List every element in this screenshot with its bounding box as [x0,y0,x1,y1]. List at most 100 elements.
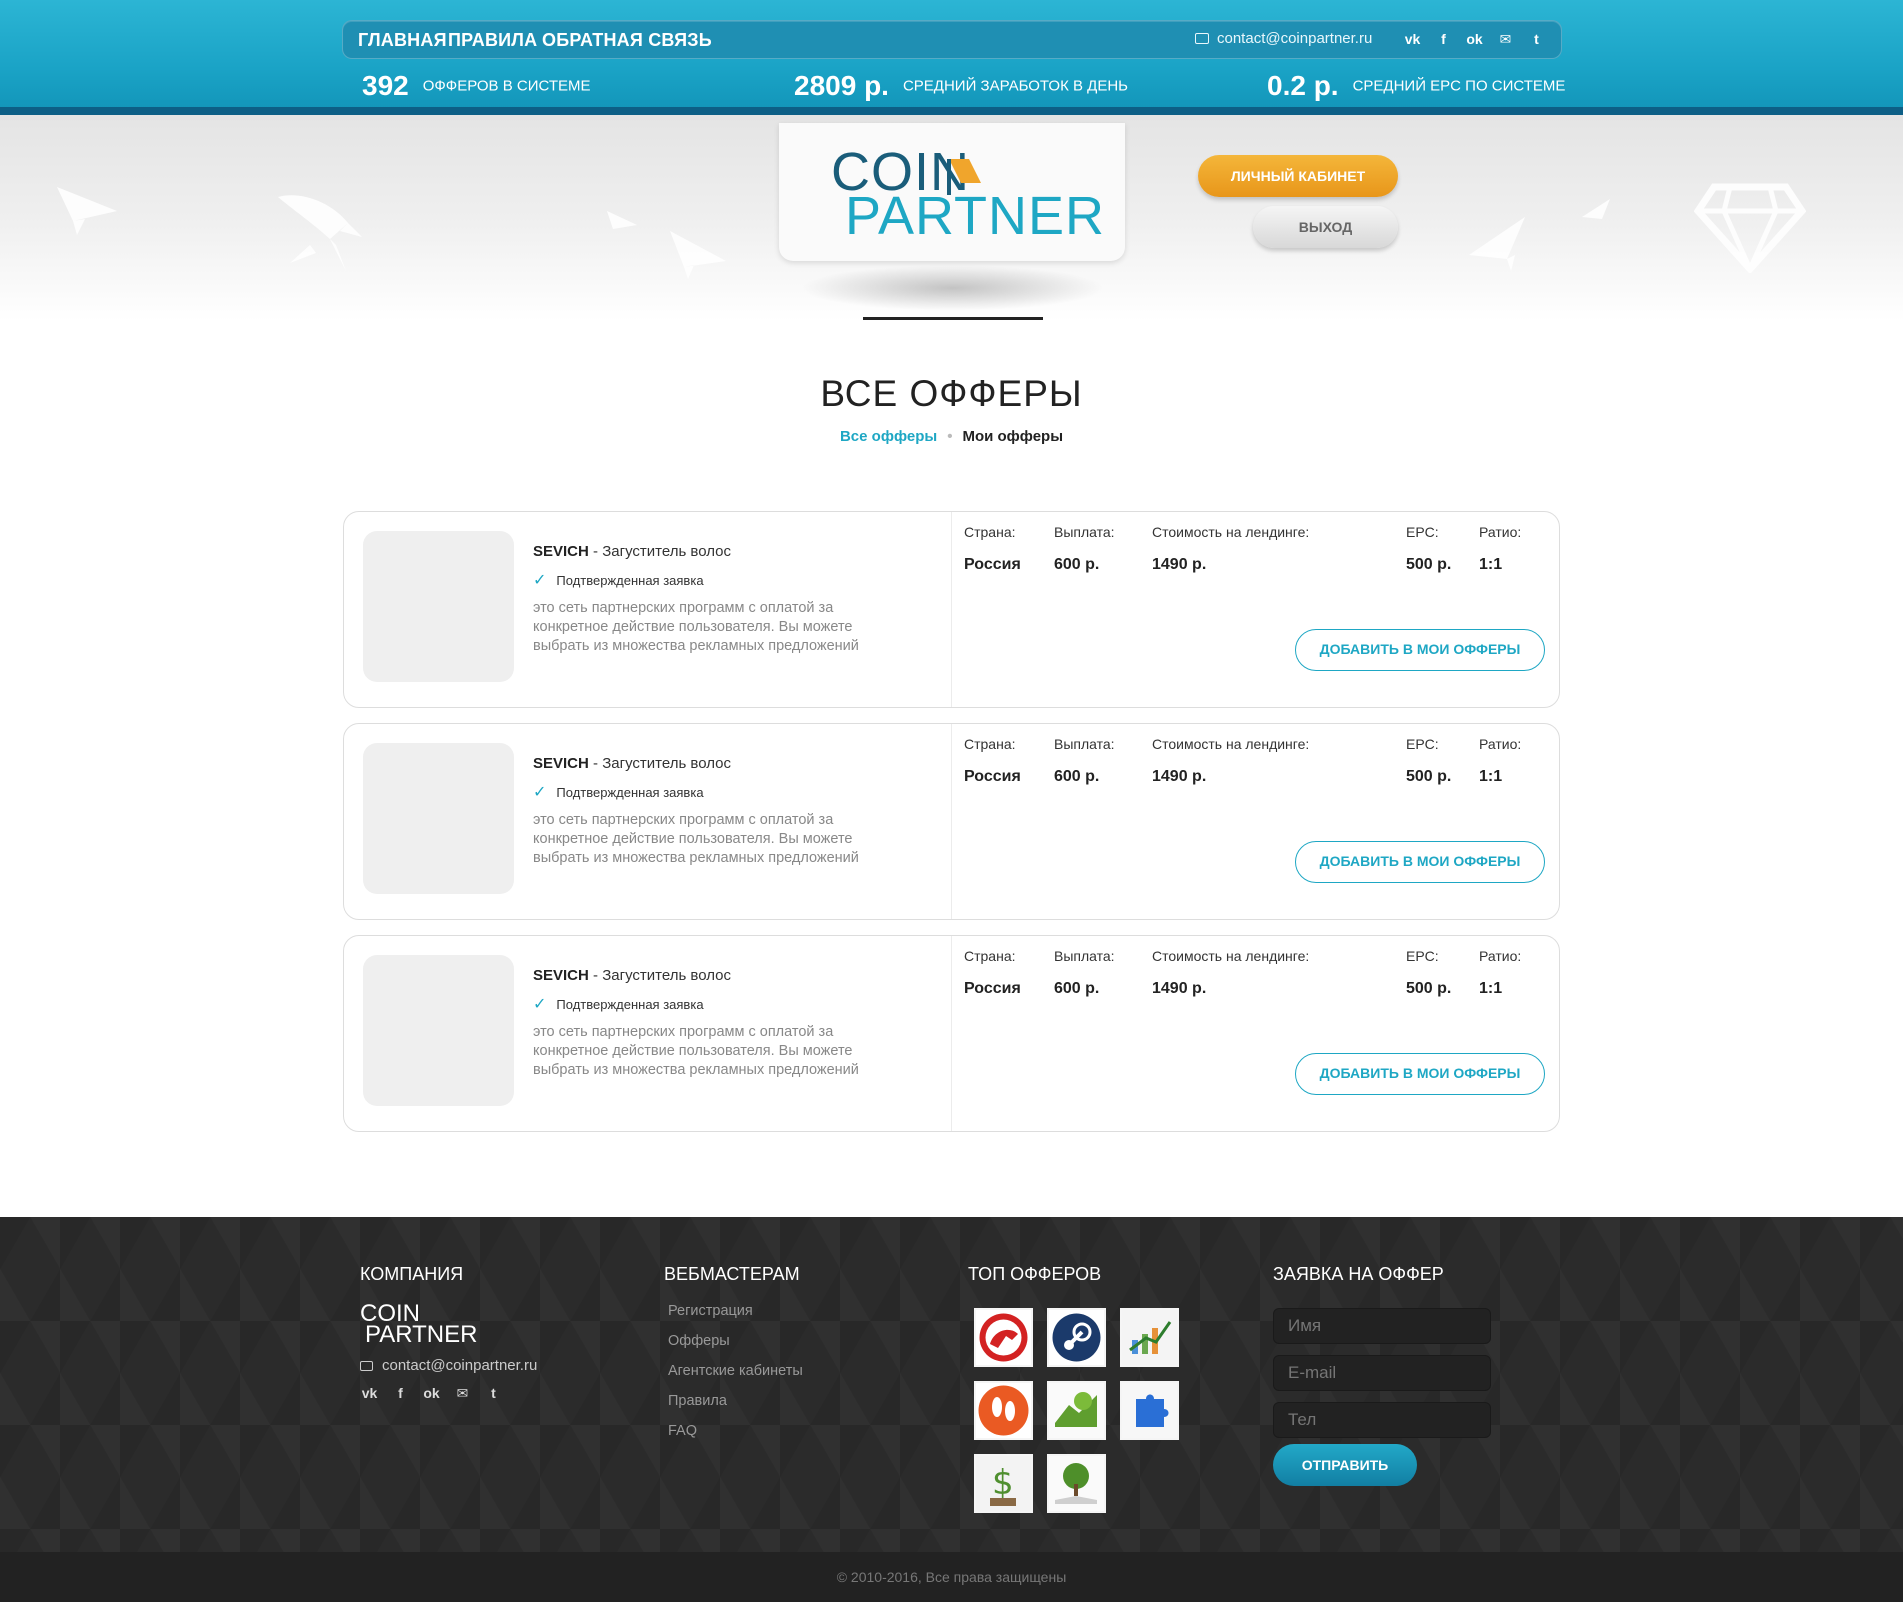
tree-book-icon[interactable] [1047,1454,1106,1513]
offer-description: это сеть партнерских программ с оплатой … [533,1024,859,1078]
footer-links: Регистрация Офферы Агентские кабинеты Пр… [668,1303,803,1453]
svg-text:$: $ [992,1463,1014,1503]
vk-icon[interactable]: vk [360,1385,379,1402]
logo[interactable]: COIN PARTNER [779,123,1125,261]
stat-epc: 0.2 р. средний EPC по системе [1267,70,1565,102]
odnoklassniki-icon[interactable]: ok [422,1385,441,1402]
lion-logo-icon[interactable] [974,1308,1033,1367]
landing-cost-value: 1490 р. [1152,556,1207,573]
ratio-value: 1:1 [1479,768,1503,785]
landing-cost-value: 1490 р. [1152,980,1207,997]
landing-cost-label: Стоимость на лендинге: [1152,948,1310,964]
offer-name[interactable]: SEVICH - Загуститель волос [533,967,731,984]
tree-puzzle-icon[interactable] [1047,1381,1106,1440]
footer-link-rules[interactable]: Правила [668,1393,803,1411]
header-email[interactable]: contact@coinpartner.ru [1195,30,1372,47]
offer-ratio: Ратио: 1:1 [1479,948,1521,998]
logo-underline [863,317,1043,320]
email-field[interactable] [1273,1355,1491,1391]
footer-top-offers-heading: ТОП ОФФЕРОВ [968,1264,1102,1284]
payout-value: 600 р. [1054,768,1100,785]
offer-card: SEVICH - Загуститель волос ✓ Подтвержденн… [343,723,1560,920]
offer-payout: Выплата: 600 р. [1054,948,1115,998]
epc-value: 500 р. [1406,768,1452,785]
footer-link-registration[interactable]: Регистрация [668,1303,803,1321]
vk-icon[interactable]: vk [1403,31,1422,48]
offer-country: Страна: Россия [964,524,1021,574]
offer-image[interactable] [363,531,514,682]
epc-label: EPC: [1406,948,1439,964]
logo-text-partner: PARTNER [845,186,1106,246]
phone-field[interactable] [1273,1402,1491,1438]
card-divider [951,936,952,1131]
footer-email[interactable]: contact@coinpartner.ru [360,1357,537,1374]
offer-card: SEVICH - Загуститель волос ✓ Подтвержденн… [343,935,1560,1132]
offer-epc: EPC: 500 р. [1406,524,1451,574]
footer-social: vk f ok ✉ t [360,1385,503,1402]
chart-icon[interactable] [1120,1308,1179,1367]
odnoklassniki-icon[interactable]: ok [1465,31,1484,48]
nav-feedback[interactable]: Обратная связь [542,30,712,51]
nav-rules[interactable]: Правила [448,30,537,51]
cabinet-button[interactable]: Личный кабинет [1198,155,1398,197]
facebook-icon[interactable]: f [1434,31,1453,48]
offer-tabs: Все офферы • Мои офферы [0,428,1903,445]
ratio-value: 1:1 [1479,556,1503,573]
twitter-icon[interactable]: t [484,1385,503,1402]
offer-title: - Загуститель волос [588,543,732,560]
paper-plane-icon [57,187,117,235]
nav-home[interactable]: Главная [358,30,447,51]
footer-company-heading: КОМПАНИЯ [360,1264,464,1284]
money-tree-icon[interactable]: $ [974,1454,1033,1513]
tab-my-offers[interactable]: Мои офферы [962,428,1063,445]
rocket-icon [278,195,362,271]
add-to-my-offers-button[interactable]: Добавить в мои офферы [1295,841,1545,883]
main-nav: Главная Правила Обратная связь contact@c… [342,20,1562,59]
footer-logo[interactable]: COIN PARTNER [360,1302,477,1347]
mail-icon[interactable]: ✉ [453,1385,472,1402]
country-label: Страна: [964,524,1016,540]
paper-plane-icon [1469,217,1525,271]
epc-label: EPC: [1406,736,1439,752]
checkmark-icon: ✓ [533,572,547,589]
offer-description: это сеть партнерских программ с оплатой … [533,812,859,866]
puzzle-icon[interactable] [1120,1381,1179,1440]
header-social: vk f ok ✉ t [1403,31,1546,48]
ratio-label: Ратио: [1479,524,1522,540]
facebook-icon[interactable]: f [391,1385,410,1402]
footer-link-faq[interactable]: FAQ [668,1423,803,1441]
add-to-my-offers-button[interactable]: Добавить в мои офферы [1295,1053,1545,1095]
steam-icon[interactable] [1047,1308,1106,1367]
footer-webmasters-heading: ВЕБМАСТЕРАМ [664,1264,800,1284]
submit-button[interactable]: Отправить [1273,1444,1417,1486]
payout-label: Выплата: [1054,736,1115,752]
logo-shadow [800,265,1105,311]
offer-payout: Выплата: 600 р. [1054,736,1115,786]
offer-name[interactable]: SEVICH - Загуститель волос [533,543,731,560]
offer-status-text: Подтвержденная заявка [556,573,704,588]
country-value: Россия [964,768,1021,785]
offer-name[interactable]: SEVICH - Загуститель волос [533,755,731,772]
stat-earnings-label: средний заработок в день [902,77,1129,95]
offer-payout: Выплата: 600 р. [1054,524,1115,574]
offer-landing-cost: Стоимость на лендинге: 1490 р. [1152,948,1309,998]
tab-all-offers[interactable]: Все офферы [840,428,937,445]
offer-image[interactable] [363,743,514,894]
mail-icon[interactable]: ✉ [1496,31,1515,48]
offer-image[interactable] [363,955,514,1106]
footer-link-offers[interactable]: Офферы [668,1333,803,1351]
footer-link-agency-accounts[interactable]: Агентские кабинеты [668,1363,803,1381]
offer-landing-cost: Стоимость на лендинге: 1490 р. [1152,524,1309,574]
envelope-icon [1195,33,1209,44]
exit-button[interactable]: Выход [1253,206,1398,248]
offer-ratio: Ратио: 1:1 [1479,524,1521,574]
stat-epc-value: 0.2 р. [1267,70,1339,101]
epc-value: 500 р. [1406,980,1452,997]
add-to-my-offers-button[interactable]: Добавить в мои офферы [1295,629,1545,671]
landing-cost-label: Стоимость на лендинге: [1152,524,1310,540]
offer-brand: SEVICH [533,967,589,984]
twitter-icon[interactable]: t [1527,31,1546,48]
name-field[interactable] [1273,1308,1491,1344]
card-divider [951,512,952,707]
footprints-icon[interactable] [974,1381,1033,1440]
